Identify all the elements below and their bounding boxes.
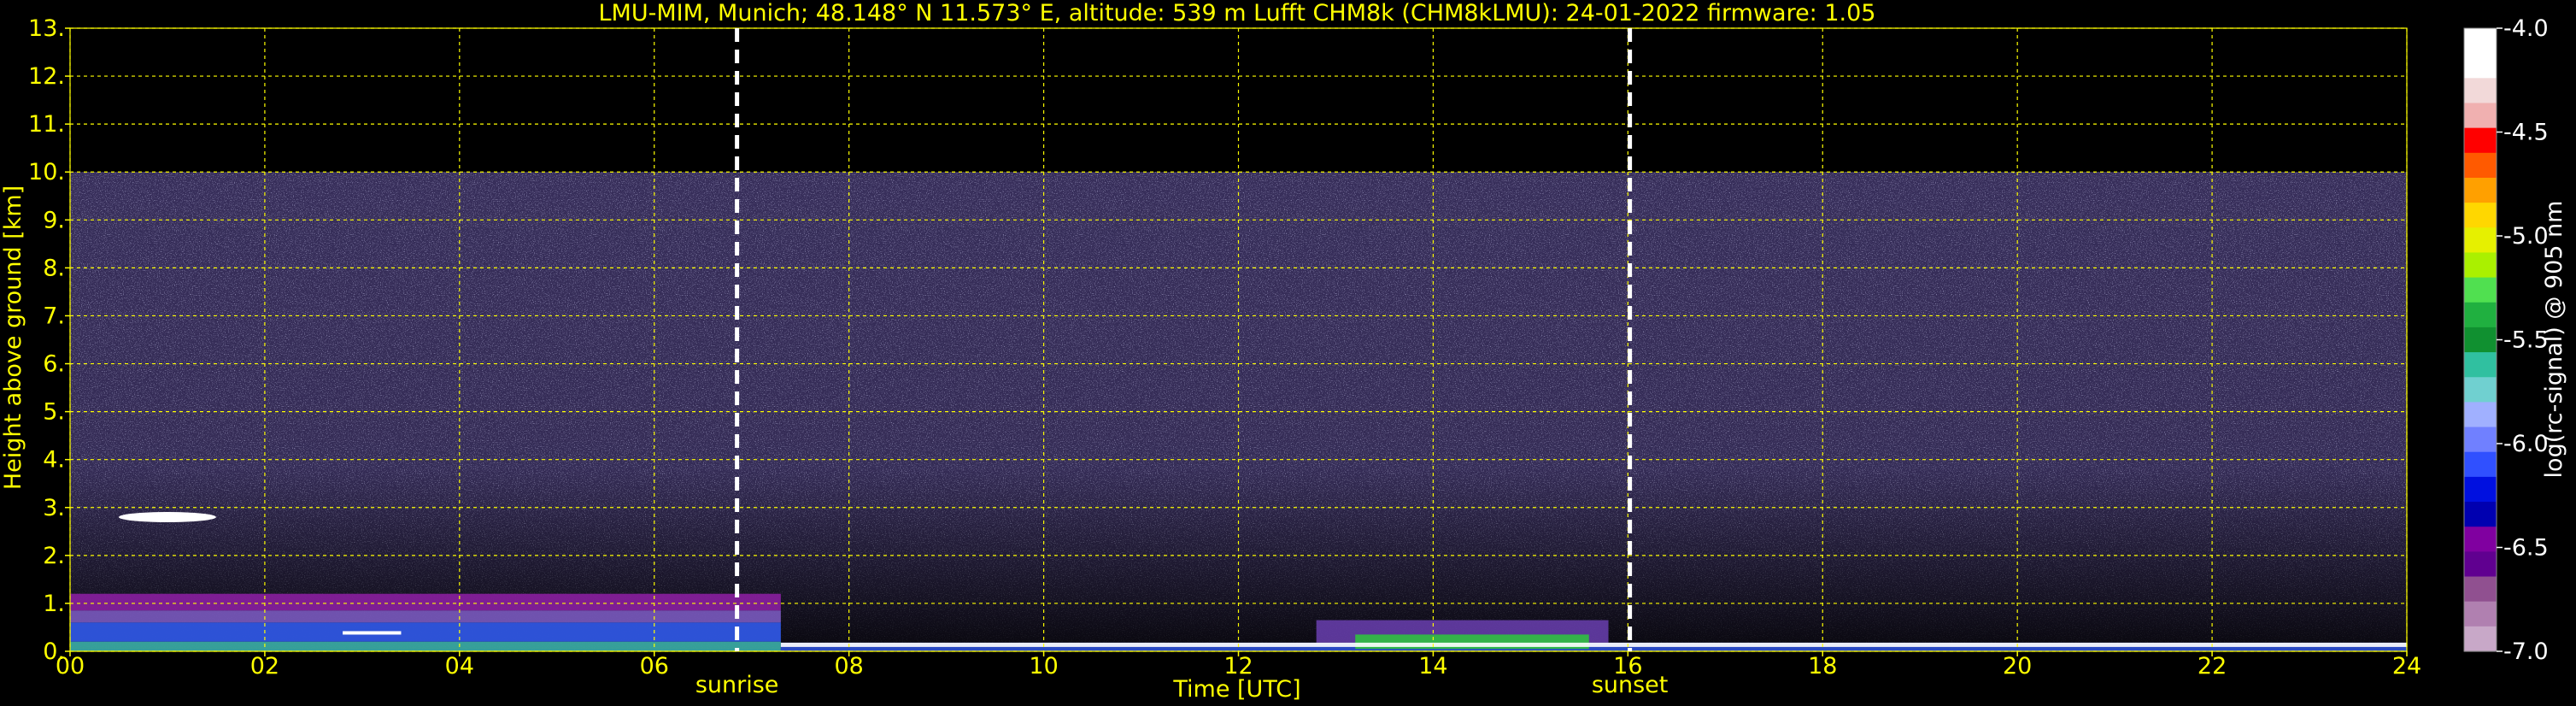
y-tick-label: 10.: [28, 159, 65, 185]
y-tick-label: 7.: [43, 303, 65, 329]
aerosol-band-base: [70, 641, 781, 651]
y-tick-label: 8.: [43, 255, 65, 281]
colorbar-segment: [2464, 53, 2497, 79]
colorbar-segment: [2464, 402, 2497, 428]
y-tick-label: 3.: [43, 495, 65, 521]
colorbar-segment: [2464, 127, 2497, 154]
y-tick-label: 12.: [28, 63, 65, 90]
y-tick-label: 1.: [43, 591, 65, 617]
colorbar-label: log(rc-signal) @ 905 nm: [2541, 201, 2567, 479]
colorbar-tick-label: -7.0: [2503, 638, 2549, 665]
y-tick-label: 13.: [28, 15, 65, 42]
x-tick-label: 18: [1808, 653, 1837, 680]
colorbar-segment: [2464, 576, 2497, 603]
colorbar-segment: [2464, 327, 2497, 353]
colorbar-segment: [2464, 277, 2497, 303]
chart-title: LMU-MIM, Munich; 48.148° N 11.573° E, al…: [599, 0, 1876, 26]
x-tick-label: 02: [250, 653, 279, 680]
x-tick-label: 10: [1029, 653, 1058, 680]
colorbar-segment: [2464, 551, 2497, 578]
x-tick-label: 14: [1418, 653, 1447, 680]
colorbar-segment: [2464, 626, 2497, 652]
aerosol-band-mid: [70, 610, 781, 623]
colorbar-segment: [2464, 203, 2497, 228]
x-axis-label: Time [UTC]: [1172, 676, 1300, 703]
x-tick-label: 22: [2198, 653, 2227, 680]
aerosol-band-top: [70, 593, 781, 611]
colorbar-segment: [2464, 28, 2497, 54]
y-tick-label: 4.: [43, 447, 65, 474]
y-axis-ticks: 0. 1. 2. 3. 4. 5. 6. 7. 8. 9. 10. 11. 12. 13.: [28, 15, 70, 665]
y-tick-label: 11.: [28, 111, 65, 138]
x-tick-label: 16: [1613, 653, 1642, 680]
colorbar-segment: [2464, 502, 2497, 527]
colorbar-segment: [2464, 476, 2497, 503]
colorbar-segment: [2464, 377, 2497, 403]
x-tick-label: 20: [2003, 653, 2032, 680]
colorbar-segment: [2464, 252, 2497, 279]
aerosol-band-core: [70, 622, 781, 642]
surface-layer-line: [780, 642, 2408, 647]
colorbar-segment: [2464, 427, 2497, 453]
y-tick-label: 2.: [43, 543, 65, 569]
cloud-layer: [118, 511, 216, 522]
x-tick-label: 04: [445, 653, 474, 680]
y-tick-label: 9.: [43, 207, 65, 233]
x-tick-label: 06: [640, 653, 669, 680]
colorbar: -4.0-4.5-5.0-5.5-6.0-6.5-7.0: [2463, 15, 2549, 665]
colorbar-segment: [2464, 227, 2497, 254]
y-tick-label: 5.: [43, 399, 65, 426]
colorbar-segment: [2464, 352, 2497, 378]
colorbar-segment: [2464, 177, 2497, 203]
marker-label-sunrise: sunrise: [695, 672, 779, 698]
y-axis-label: Height above ground [km]: [0, 185, 26, 490]
colorbar-segment: [2464, 601, 2497, 627]
colorbar-tick-label: -6.5: [2503, 535, 2549, 562]
y-tick-label: 0.: [43, 638, 65, 665]
colorbar-segment: [2464, 78, 2497, 104]
colorbar-segment: [2464, 103, 2497, 129]
colorbar-segment: [2464, 152, 2497, 179]
x-tick-label: 08: [834, 653, 863, 680]
colorbar-segment: [2464, 451, 2497, 478]
colorbar-segment: [2464, 527, 2497, 552]
ceilometer-chart: sunrise sunset 00 02 04 06 08 10 12 14 16 18 20 22 24…: [0, 0, 2567, 703]
colorbar-tick-label: -4.5: [2503, 120, 2549, 146]
x-tick-label: 24: [2392, 653, 2421, 680]
colorbar-segment: [2464, 302, 2497, 328]
colorbar-tick-label: -4.0: [2503, 15, 2549, 42]
surface-layer-streak: [343, 631, 402, 635]
y-tick-label: 6.: [43, 351, 65, 378]
